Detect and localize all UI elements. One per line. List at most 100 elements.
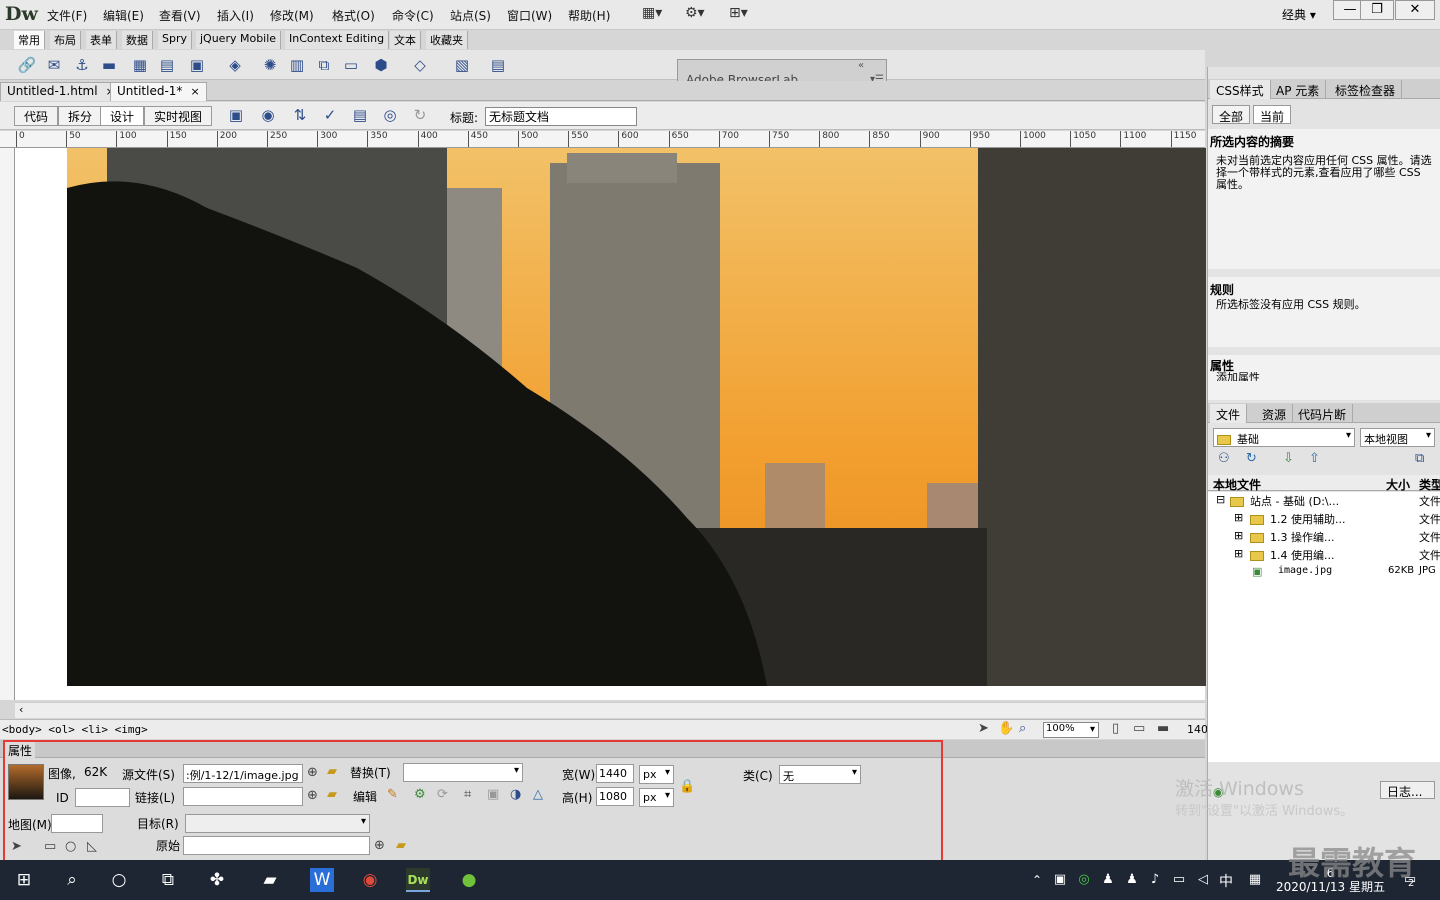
wps-app-icon[interactable]: W: [310, 868, 334, 892]
doc-tab-untitled-active[interactable]: Untitled-1* ×: [110, 82, 207, 101]
zoom-tool-icon[interactable]: ⌕: [1019, 721, 1026, 736]
wechat-icon[interactable]: ◎: [1072, 868, 1096, 892]
connect-icon[interactable]: ⚇: [1218, 451, 1230, 466]
menu-insert[interactable]: 插入(I): [217, 7, 254, 24]
insert-tab-favorites[interactable]: 收藏夹: [426, 31, 468, 49]
close-button[interactable]: ✕: [1395, 0, 1435, 20]
add-property-link[interactable]: 添加属性: [1216, 372, 1260, 381]
templates-icon[interactable]: ▧: [452, 55, 472, 75]
zoom-select[interactable]: 100% ▾: [1043, 722, 1099, 738]
keyboard-icon[interactable]: ▦: [1243, 868, 1267, 892]
insert-tab-common[interactable]: 常用: [14, 31, 45, 49]
restore-button[interactable]: ❐: [1360, 0, 1394, 20]
tree-row-folder[interactable]: ⊞ 1.4 使用编... 文件: [1208, 546, 1440, 564]
menu-site[interactable]: 站点(S): [450, 7, 491, 24]
put-files-icon[interactable]: ⇧: [1309, 451, 1320, 466]
design-view-button[interactable]: 设计: [100, 106, 145, 126]
insert-tab-layout[interactable]: 布局: [50, 31, 81, 49]
desktop-size-icon[interactable]: ▬: [1157, 721, 1169, 736]
dreamweaver-taskbar-icon[interactable]: Dw: [406, 868, 430, 892]
col-size[interactable]: 大小: [1386, 476, 1410, 493]
named-anchor-icon[interactable]: ⚓: [72, 55, 92, 75]
notes-app-icon[interactable]: ▰: [258, 868, 282, 892]
horizontal-scrollbar[interactable]: ‹: [15, 702, 1205, 718]
notification-bell-icon[interactable]: ♪: [1143, 868, 1167, 892]
tag-selector[interactable]: <body> <ol> <li> <img>: [2, 723, 148, 736]
file-management-icon[interactable]: ⇅: [290, 105, 310, 125]
panel-collapse-icon[interactable]: «: [858, 60, 864, 71]
tab-snippets[interactable]: 代码片断: [1292, 404, 1354, 423]
tray-app-icon[interactable]: ▣: [1048, 868, 1072, 892]
table-icon[interactable]: ▦: [130, 55, 150, 75]
gear-icon[interactable]: ⚙▾: [685, 5, 705, 21]
pointer-tool-icon[interactable]: ➤: [978, 721, 989, 736]
scroll-left-icon[interactable]: ‹: [19, 703, 23, 716]
email-link-icon[interactable]: ✉: [44, 55, 64, 75]
css-mode-current[interactable]: 当前: [1253, 105, 1292, 124]
date-icon[interactable]: ▥: [287, 55, 307, 75]
insert-tab-spry[interactable]: Spry: [158, 31, 192, 49]
split-view-button[interactable]: 拆分: [58, 106, 103, 126]
expand-panel-icon[interactable]: ⧉: [1415, 451, 1424, 466]
menu-format[interactable]: 格式(O): [332, 7, 375, 24]
preview-browser-icon[interactable]: ◉: [258, 105, 278, 125]
col-type[interactable]: 类型: [1419, 476, 1440, 493]
tab-tag-inspector[interactable]: 标签检查器: [1329, 80, 1403, 99]
tab-assets[interactable]: 资源: [1256, 404, 1294, 423]
menu-help[interactable]: 帮助(H): [568, 7, 610, 24]
get-files-icon[interactable]: ⇩: [1283, 451, 1294, 466]
title-input[interactable]: [485, 107, 637, 126]
browser-compat-icon[interactable]: ◎: [380, 105, 400, 125]
script-icon[interactable]: ◇: [410, 55, 430, 75]
comment-icon[interactable]: ▭: [341, 55, 361, 75]
menu-window[interactable]: 窗口(W): [507, 7, 552, 24]
tab-files[interactable]: 文件: [1210, 404, 1248, 423]
insert-tab-forms[interactable]: 表单: [86, 31, 117, 49]
tablet-size-icon[interactable]: ▭: [1133, 721, 1145, 736]
tag-chooser-icon[interactable]: ▤: [488, 55, 508, 75]
media-icon[interactable]: ◈: [225, 55, 245, 75]
site-map-icon[interactable]: ⊞▾: [729, 5, 748, 21]
expand-icon[interactable]: ⊞: [1234, 529, 1243, 542]
chevron-up-icon[interactable]: ⌃: [1025, 868, 1049, 892]
qq-icon[interactable]: ♟: [1096, 868, 1120, 892]
ime-indicator[interactable]: 中: [1219, 871, 1233, 891]
page-image[interactable]: [67, 148, 1206, 686]
workspace-switcher[interactable]: 经典 ▾: [1282, 6, 1316, 23]
insert-tab-text[interactable]: 文本: [390, 31, 421, 49]
head-icon[interactable]: ⬢: [371, 55, 391, 75]
close-icon[interactable]: ×: [190, 85, 199, 98]
insert-tab-data[interactable]: 数据: [122, 31, 153, 49]
menu-file[interactable]: 文件(F): [47, 7, 87, 24]
live-view-button[interactable]: 实时视图: [144, 106, 213, 126]
network-icon[interactable]: ▭: [1167, 868, 1191, 892]
refresh-icon[interactable]: ↻: [1246, 451, 1257, 466]
multiscreen-icon[interactable]: ▣: [226, 105, 246, 125]
w3c-validation-icon[interactable]: ✓: [320, 105, 340, 125]
layout-icon[interactable]: ▦▾: [642, 5, 662, 21]
menu-modify[interactable]: 修改(M): [270, 7, 314, 24]
site-select[interactable]: 基础 ▾: [1213, 428, 1355, 447]
code-view-button[interactable]: 代码: [14, 106, 59, 126]
log-button[interactable]: 日志...: [1380, 781, 1435, 799]
collapse-icon[interactable]: ⊟: [1216, 493, 1225, 506]
menu-view[interactable]: 查看(V): [159, 7, 201, 24]
view-select[interactable]: 本地视图 ▾: [1360, 428, 1435, 447]
refresh-icon[interactable]: ↻: [410, 105, 430, 125]
server-include-icon[interactable]: ⧉: [314, 55, 334, 75]
search-icon[interactable]: ⌕: [60, 868, 84, 892]
div-icon[interactable]: ▤: [157, 55, 177, 75]
watermelon-app-icon[interactable]: ●: [457, 868, 481, 892]
qq-icon[interactable]: ♟: [1120, 868, 1144, 892]
css-mode-all[interactable]: 全部: [1212, 105, 1251, 124]
visual-aids-icon[interactable]: ▤: [350, 105, 370, 125]
tree-row-folder[interactable]: ⊞ 1.3 操作编... 文件: [1208, 528, 1440, 546]
image-icon[interactable]: ▣: [187, 55, 207, 75]
mobile-size-icon[interactable]: ▯: [1112, 721, 1119, 736]
pinwheel-app-icon[interactable]: ✤: [205, 868, 229, 892]
design-view[interactable]: [15, 148, 1206, 700]
windows-start-icon[interactable]: ⊞: [12, 868, 36, 892]
horizontal-rule-icon[interactable]: ▬: [99, 55, 119, 75]
task-view-icon[interactable]: ⧉: [156, 868, 180, 892]
menu-edit[interactable]: 编辑(E): [103, 7, 144, 24]
